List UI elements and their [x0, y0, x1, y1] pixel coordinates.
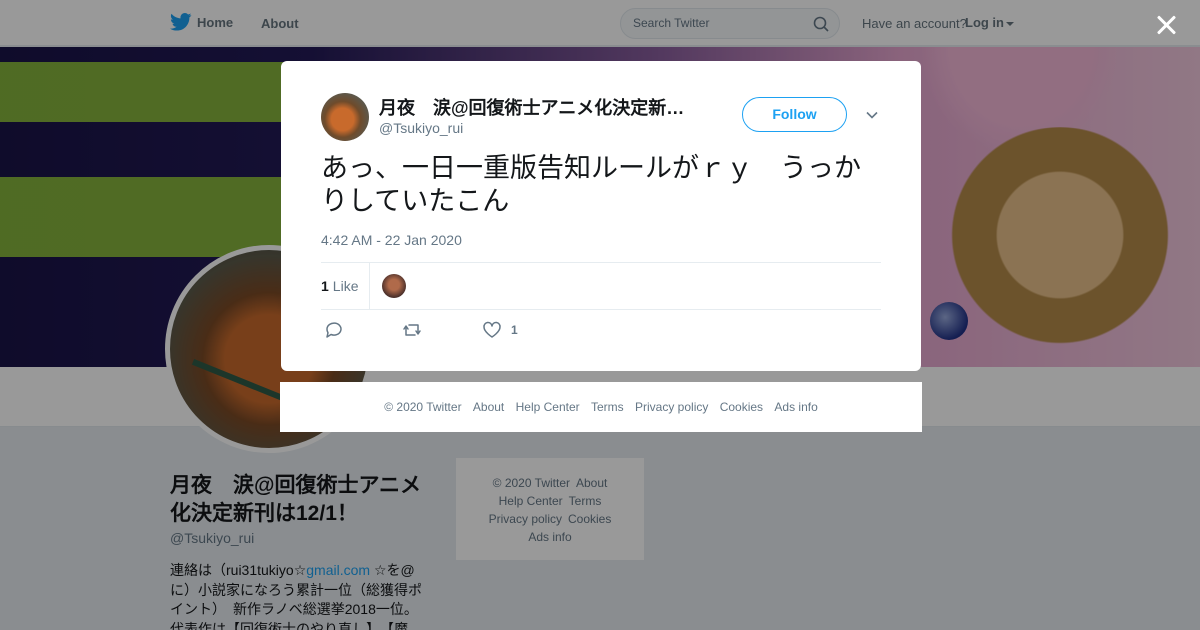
- tweet-author-name[interactable]: 月夜 涙@回復術士アニメ化決定新刊は12/1！: [379, 94, 699, 120]
- modal-footer-terms-link[interactable]: Terms: [591, 400, 624, 414]
- stats-divider: [369, 263, 370, 309]
- heart-icon[interactable]: [481, 319, 503, 341]
- modal-footer-copyright: © 2020 Twitter: [384, 400, 462, 414]
- modal-footer: © 2020 Twitter About Help Center Terms P…: [280, 382, 922, 432]
- close-icon[interactable]: [1152, 11, 1180, 39]
- retweet-icon[interactable]: [401, 319, 423, 341]
- reply-icon[interactable]: [323, 319, 345, 341]
- likes-count: 1: [321, 278, 329, 294]
- modal-footer-about-link[interactable]: About: [473, 400, 504, 414]
- tweet-actions: 1: [321, 319, 881, 343]
- likes-stat[interactable]: 1 Like: [321, 278, 358, 294]
- tweet-modal: 月夜 涙@回復術士アニメ化決定新刊は12/1！ @Tsukiyo_rui Fol…: [281, 61, 921, 371]
- liker-avatar[interactable]: [382, 274, 406, 298]
- tweet-author-handle[interactable]: @Tsukiyo_rui: [379, 120, 463, 136]
- chevron-down-icon[interactable]: [865, 108, 879, 122]
- tweet-timestamp[interactable]: 4:42 AM - 22 Jan 2020: [321, 232, 462, 248]
- follow-button[interactable]: Follow: [742, 97, 847, 132]
- like-action-count: 1: [511, 323, 518, 337]
- modal-footer-help-link[interactable]: Help Center: [516, 400, 580, 414]
- modal-footer-privacy-link[interactable]: Privacy policy: [635, 400, 708, 414]
- tweet-stats: 1 Like: [321, 262, 881, 310]
- tweet-author-avatar[interactable]: [321, 93, 369, 141]
- modal-footer-ads-link[interactable]: Ads info: [774, 400, 817, 414]
- modal-footer-cookies-link[interactable]: Cookies: [720, 400, 763, 414]
- likes-label: Like: [332, 278, 359, 294]
- tweet-text: あっ、一日一重版告知ルールがｒｙ うっかりしていたこん: [321, 153, 861, 216]
